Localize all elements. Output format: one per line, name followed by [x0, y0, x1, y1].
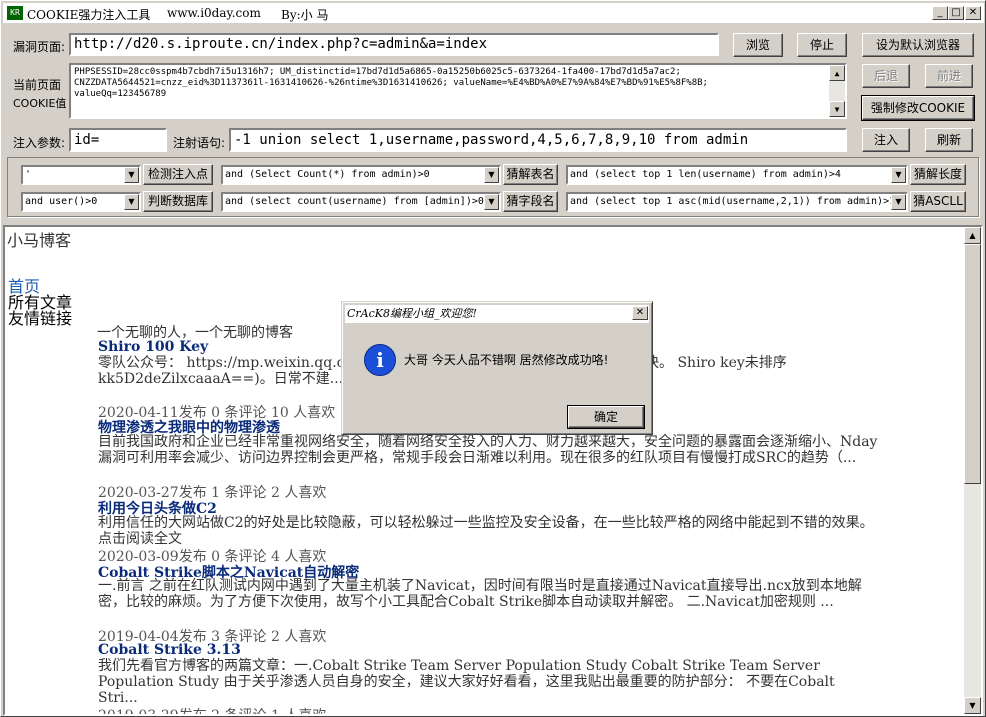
inject-param-input[interactable]: id=: [69, 128, 167, 152]
payload-combo-4-value: and user()>0: [25, 196, 98, 207]
chevron-down-icon[interactable]: ▼: [124, 194, 139, 210]
blog-name: 小马博客: [7, 231, 72, 250]
payload-combo-1-value: ': [25, 169, 32, 180]
url-input[interactable]: http://d20.s.iproute.cn/index.php?c=admi…: [69, 33, 719, 56]
post-title[interactable]: Shiro 100 Key: [98, 339, 208, 355]
payload-combo-5-value: and (select count(username) from [admin]…: [225, 196, 484, 207]
detect-injection-button[interactable]: 检测注入点: [143, 164, 213, 185]
browse-button[interactable]: 浏览: [733, 33, 783, 57]
window-site: www.i0day.com: [167, 6, 261, 20]
app-icon: KR: [7, 6, 23, 20]
cookie-scroll-down-icon[interactable]: ▼: [829, 101, 845, 117]
dialog-title: CrAcK8编程小组_欢迎您!: [345, 305, 649, 323]
payload-combo-2[interactable]: and (Select Count(*) from admin)>0 ▼: [221, 165, 501, 185]
cookie-line2: CNZZDATA5644521=cnzz_eid%3D1137361l-1631…: [74, 78, 708, 88]
guess-table-button[interactable]: 猜解表名: [503, 164, 558, 185]
chevron-down-icon[interactable]: ▼: [891, 167, 906, 183]
cookie-scrollbar[interactable]: ▲ ▼: [829, 65, 845, 117]
post-title[interactable]: Cobalt Strike 3.13: [98, 642, 241, 658]
set-default-browser-button[interactable]: 设为默认浏览器: [862, 33, 974, 57]
cookie-textarea[interactable]: PHPSESSID=28cc0sspm4b7cbdh7i5u1316h7; UM…: [69, 63, 847, 119]
force-modify-cookie-button[interactable]: 强制修改COOKIE: [861, 95, 975, 121]
post-meta: 2019-03-29发布 2 条评论 1 人喜欢: [98, 708, 327, 716]
payload-combo-1[interactable]: ' ▼: [21, 165, 141, 185]
nav-links-link[interactable]: 友情链接: [8, 305, 72, 329]
payload-combo-4[interactable]: and user()>0 ▼: [21, 192, 141, 212]
info-icon: i: [364, 344, 396, 376]
url-label: 漏洞页面:: [13, 40, 66, 54]
post-excerpt: 目前我国政府和企业已经非常重视网络安全，随着网络安全投入的人力、财力越来越大，安…: [98, 434, 878, 466]
payload-combo-6[interactable]: and (select top 1 asc(mid(username,2,1))…: [566, 192, 908, 212]
cookie-line3: valueQq=123456789: [74, 89, 167, 99]
guess-length-button[interactable]: 猜解长度: [910, 164, 966, 185]
inject-stmt-label: 注射语句:: [173, 136, 226, 150]
post-excerpt: 我们先看官方博客的两篇文章：一.Cobalt Strike Team Serve…: [98, 658, 835, 706]
window-title: COOKIE强力注入工具: [27, 8, 151, 22]
payload-combo-5[interactable]: and (select count(username) from [admin]…: [221, 192, 501, 212]
dialog-close-icon[interactable]: ✕: [632, 306, 648, 320]
cookie-line1: PHPSESSID=28cc0sspm4b7cbdh7i5u1316h7; UM…: [74, 67, 681, 77]
payload-combo-6-value: and (select top 1 asc(mid(username,2,1))…: [570, 196, 896, 207]
dialog-message: 大哥 今天人品不错啊 居然修改成功咯!: [404, 353, 609, 367]
browser-pane[interactable]: 小马博客 首页 所有文章 友情链接 一个无聊的人，一个无聊的博客 Shiro 1…: [3, 225, 983, 716]
minimize-icon[interactable]: _: [932, 6, 948, 20]
refresh-button[interactable]: 刷新: [925, 128, 973, 152]
dialog-ok-button[interactable]: 确定: [567, 405, 645, 429]
payload-combo-3[interactable]: and (select top 1 len(username) from adm…: [566, 165, 908, 185]
scroll-down-icon[interactable]: ▼: [964, 697, 981, 714]
guess-ascii-button[interactable]: 猜ASCLL: [910, 191, 966, 212]
stop-button[interactable]: 停止: [797, 33, 847, 57]
forward-button[interactable]: 前进: [925, 64, 973, 88]
payload-combo-2-value: and (Select Count(*) from admin)>0: [225, 169, 430, 180]
cookie-label-line1: 当前页面: [13, 78, 62, 92]
guess-field-button[interactable]: 猜字段名: [503, 191, 558, 212]
judge-database-button[interactable]: 判断数据库: [143, 191, 213, 212]
window-author: By:小 马: [281, 8, 329, 22]
chevron-down-icon[interactable]: ▼: [891, 194, 906, 210]
post-excerpt: 利用信任的大网站做C2的好处是比较隐蔽，可以轻松躲过一些监控及安全设备，在一些比…: [98, 515, 874, 547]
title-bar: KR COOKIE强力注入工具 www.i0day.com By:小 马 _ □…: [3, 3, 984, 23]
scroll-thumb[interactable]: [964, 244, 981, 484]
close-icon[interactable]: ✕: [965, 6, 981, 20]
chevron-down-icon[interactable]: ▼: [484, 194, 499, 210]
cookie-scroll-up-icon[interactable]: ▲: [829, 65, 845, 81]
chevron-down-icon[interactable]: ▼: [484, 167, 499, 183]
message-dialog: CrAcK8编程小组_欢迎您! ✕ i 大哥 今天人品不错啊 居然修改成功咯! …: [341, 301, 653, 435]
inject-stmt-input[interactable]: -1 union select 1,username,password,4,5,…: [229, 128, 847, 152]
post-excerpt: 一.前言 之前在红队测试内网中遇到了大量主机装了Navicat，因时间有限当时是…: [98, 578, 862, 610]
chevron-down-icon[interactable]: ▼: [124, 167, 139, 183]
payload-combo-3-value: and (select top 1 len(username) from adm…: [570, 169, 841, 180]
inject-button[interactable]: 注入: [862, 128, 910, 152]
main-window: KR COOKIE强力注入工具 www.i0day.com By:小 马 _ □…: [0, 0, 986, 717]
maximize-icon[interactable]: □: [948, 6, 964, 20]
browser-scrollbar[interactable]: ▲ ▼: [964, 227, 981, 714]
cookie-label-line2: COOKIE值: [13, 97, 67, 110]
inject-param-label: 注入参数:: [13, 136, 66, 150]
scroll-up-icon[interactable]: ▲: [964, 227, 981, 244]
back-button[interactable]: 后退: [862, 64, 910, 88]
